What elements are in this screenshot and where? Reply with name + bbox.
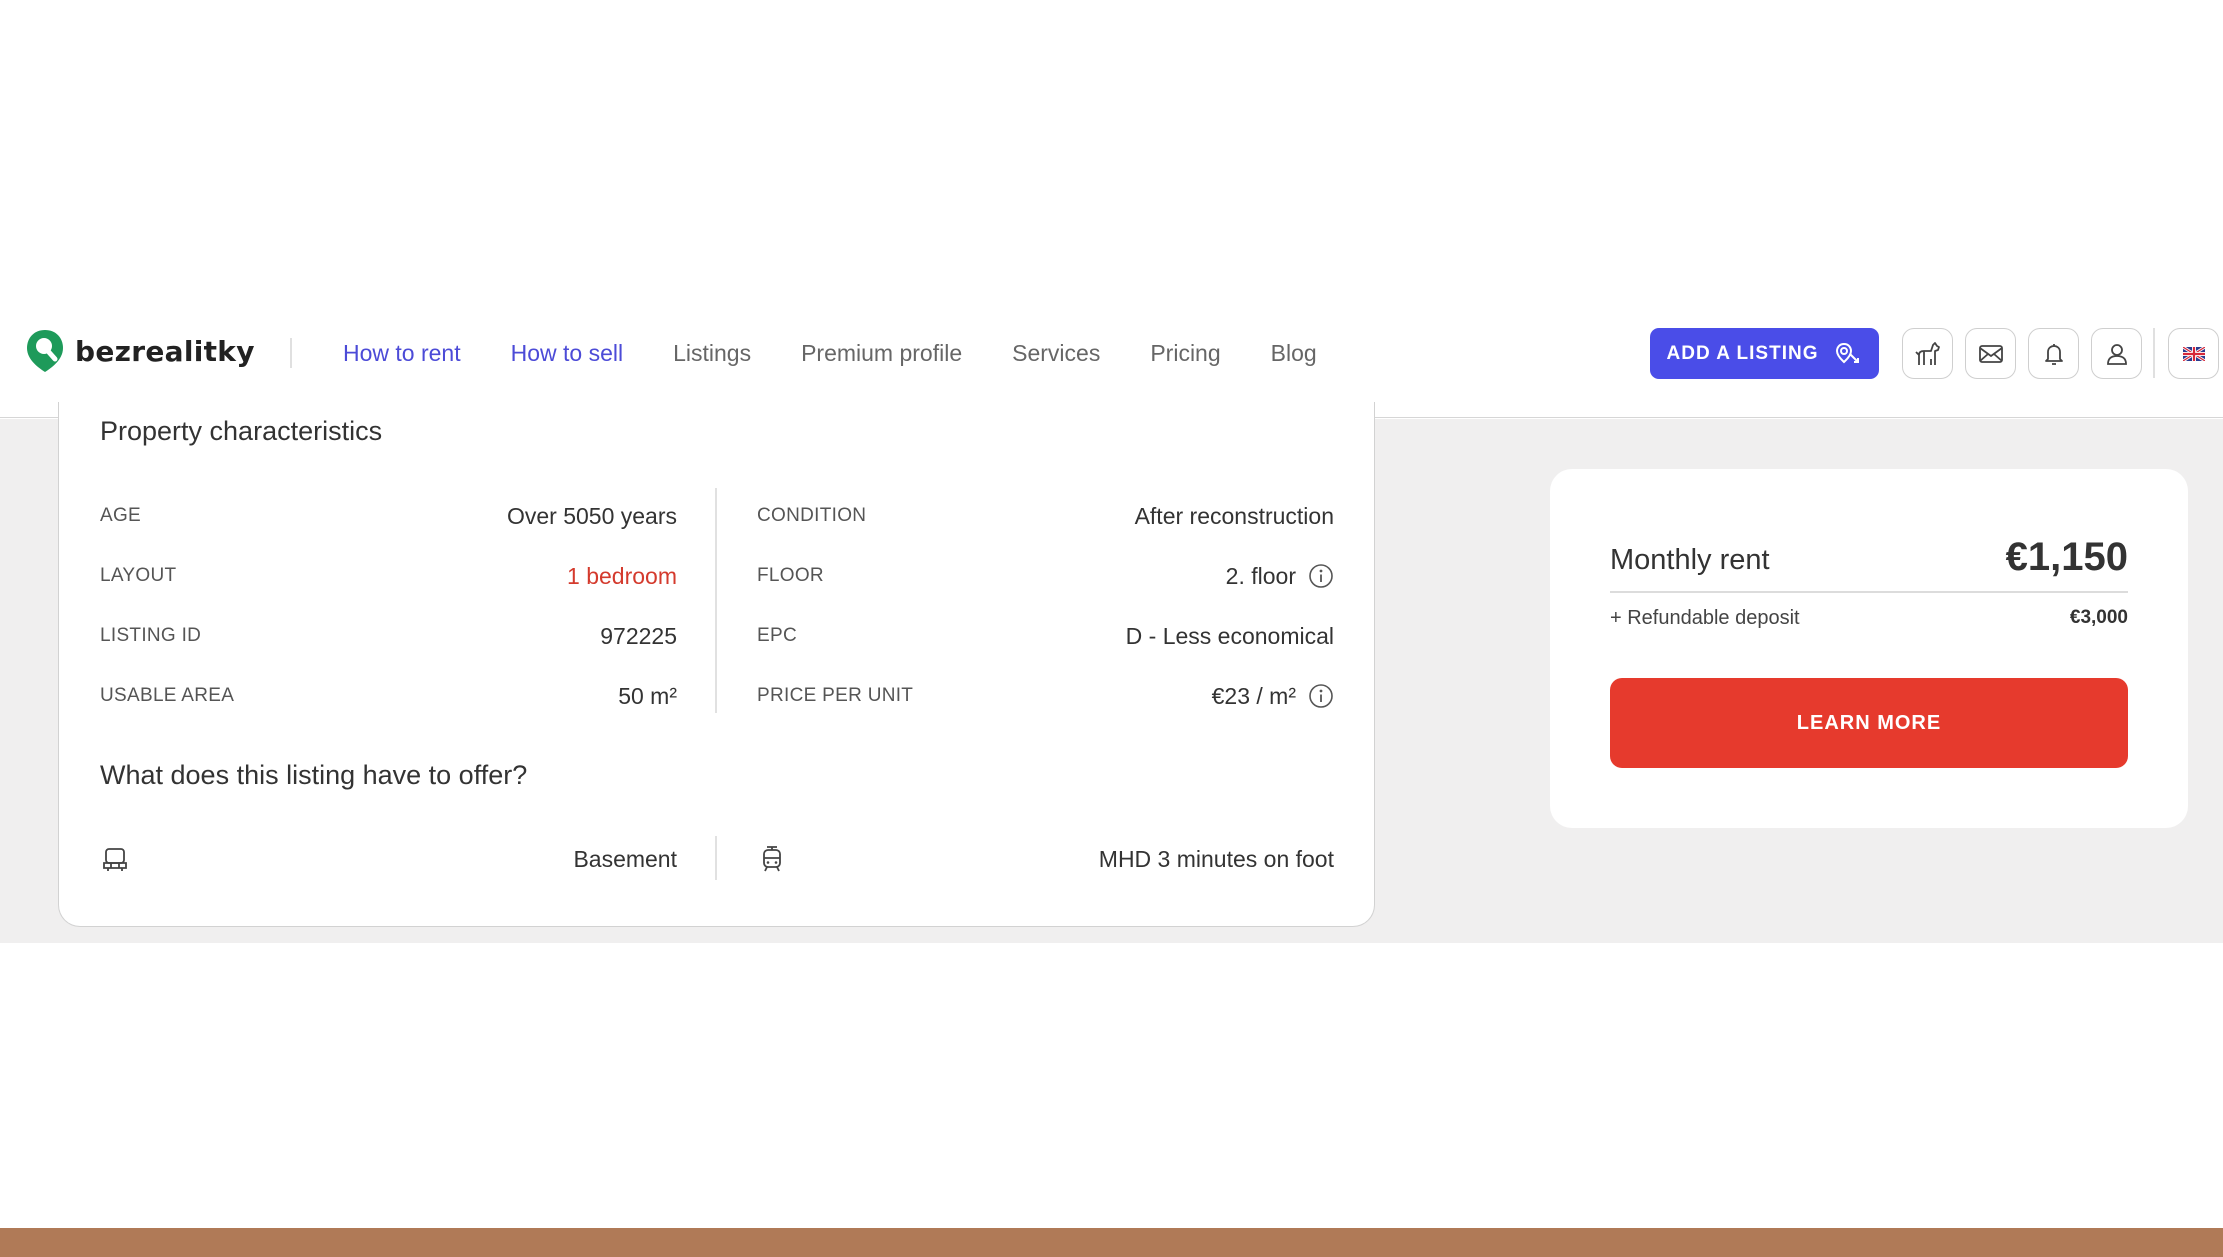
char-label: CONDITION bbox=[757, 505, 867, 526]
char-value: €23 / m² bbox=[1211, 682, 1296, 709]
learn-more-button[interactable]: LEARN MORE bbox=[1610, 678, 2128, 768]
logo[interactable]: bezrealitky bbox=[25, 328, 255, 374]
info-icon[interactable] bbox=[1308, 683, 1334, 709]
char-label: LAYOUT bbox=[100, 565, 177, 586]
offer-label: MHD 3 minutes on foot bbox=[1098, 845, 1334, 872]
offer-title: What does this listing have to offer? bbox=[100, 760, 528, 790]
price-divider bbox=[1610, 591, 2128, 593]
main-nav: How to rent How to sell Listings Premium… bbox=[343, 340, 1367, 367]
header-divider bbox=[290, 338, 292, 368]
user-icon bbox=[2106, 343, 2127, 365]
char-label: AGE bbox=[100, 505, 142, 526]
notifications-button[interactable] bbox=[2028, 328, 2079, 379]
nav-pricing[interactable]: Pricing bbox=[1150, 340, 1220, 367]
property-characteristics-title: Property characteristics bbox=[100, 416, 383, 446]
uk-flag-icon bbox=[2182, 346, 2205, 361]
price-card: Monthly rent €1,150 + Refundable deposit… bbox=[1550, 469, 2188, 828]
offer-label: Basement bbox=[573, 845, 677, 872]
char-label: USABLE AREA bbox=[100, 685, 235, 706]
account-button[interactable] bbox=[2091, 328, 2142, 379]
char-value-wrap: 2. floor bbox=[1226, 563, 1334, 590]
footer-strip bbox=[0, 1228, 2223, 1257]
char-row-age: AGE Over 5050 years bbox=[100, 486, 677, 546]
char-label: PRICE PER UNIT bbox=[757, 685, 914, 706]
logo-text: bezrealitky bbox=[75, 334, 255, 368]
add-listing-pin-icon bbox=[1836, 342, 1860, 363]
char-row-usable-area: USABLE AREA 50 m² bbox=[100, 666, 677, 726]
nav-premium-profile[interactable]: Premium profile bbox=[801, 340, 962, 367]
basement-icon bbox=[103, 848, 127, 871]
offer-divider bbox=[715, 836, 717, 880]
nav-services[interactable]: Services bbox=[1012, 340, 1100, 367]
char-label: FLOOR bbox=[757, 565, 824, 586]
char-value: 972225 bbox=[600, 622, 677, 649]
messages-button[interactable] bbox=[1965, 328, 2016, 379]
char-row-price-per-unit: PRICE PER UNIT €23 / m² bbox=[757, 666, 1334, 726]
column-divider bbox=[715, 488, 717, 713]
characteristics-right-column: CONDITION After reconstruction FLOOR 2. … bbox=[757, 486, 1334, 726]
nav-how-to-rent[interactable]: How to rent bbox=[343, 340, 461, 367]
deposit-label: + Refundable deposit bbox=[1610, 607, 1800, 629]
offer-item-basement: Basement bbox=[100, 839, 677, 879]
char-value: 2. floor bbox=[1225, 562, 1296, 589]
pet-button[interactable] bbox=[1902, 328, 1953, 379]
dog-icon bbox=[1914, 341, 1940, 365]
characteristics-left-column: AGE Over 5050 years LAYOUT 1 bedroom LIS… bbox=[100, 486, 677, 726]
add-listing-label: ADD A LISTING bbox=[1666, 342, 1819, 364]
header-divider-right bbox=[2153, 328, 2155, 378]
monthly-rent-label: Monthly rent bbox=[1610, 544, 1770, 576]
char-value-wrap: €23 / m² bbox=[1212, 683, 1334, 710]
bell-icon bbox=[2044, 343, 2063, 365]
monthly-rent-value: €1,150 bbox=[2005, 535, 2128, 579]
char-label: EPC bbox=[757, 625, 797, 646]
nav-how-to-sell[interactable]: How to sell bbox=[511, 340, 623, 367]
nav-blog[interactable]: Blog bbox=[1271, 340, 1317, 367]
tram-icon bbox=[763, 846, 781, 872]
char-row-floor: FLOOR 2. floor bbox=[757, 546, 1334, 606]
char-value: 1 bedroom bbox=[567, 562, 677, 589]
info-icon[interactable] bbox=[1308, 563, 1334, 589]
char-value: Over 5050 years bbox=[506, 502, 677, 529]
char-row-listing-id: LISTING ID 972225 bbox=[100, 606, 677, 666]
char-row-layout: LAYOUT 1 bedroom bbox=[100, 546, 677, 606]
offer-item-transport: MHD 3 minutes on foot bbox=[757, 839, 1334, 879]
char-row-condition: CONDITION After reconstruction bbox=[757, 486, 1334, 546]
char-row-epc: EPC D - Less economical bbox=[757, 606, 1334, 666]
nav-listings[interactable]: Listings bbox=[673, 340, 751, 367]
add-listing-button[interactable]: ADD A LISTING bbox=[1650, 328, 1879, 379]
char-label: LISTING ID bbox=[100, 625, 202, 646]
char-value: D - Less economical bbox=[1125, 622, 1334, 649]
property-card: Property characteristics AGE Over 5050 y… bbox=[58, 402, 1375, 927]
mail-icon bbox=[1978, 344, 2003, 363]
char-value: After reconstruction bbox=[1134, 502, 1334, 529]
deposit-value: €3,000 bbox=[2069, 607, 2128, 628]
char-value: 50 m² bbox=[618, 682, 677, 709]
logo-pin-icon bbox=[27, 330, 63, 372]
language-button[interactable] bbox=[2168, 328, 2219, 379]
